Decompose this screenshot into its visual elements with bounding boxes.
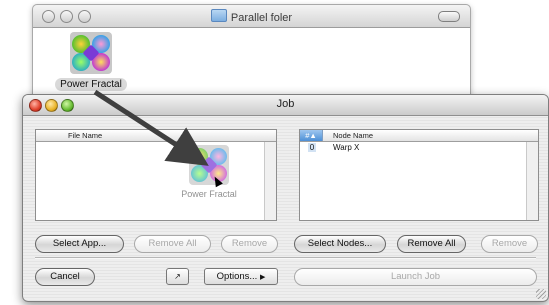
remove-all-nodes-button[interactable]: Remove All — [397, 235, 466, 253]
node-list[interactable]: #▲ Node Name 0 Warp X — [299, 129, 539, 221]
power-fractal-icon — [70, 32, 112, 74]
node-name-column-header[interactable]: Node Name — [333, 131, 373, 140]
row-node-name: Warp X — [333, 143, 360, 152]
divider — [35, 257, 536, 259]
launch-job-button[interactable]: Launch Job — [294, 268, 537, 286]
row-index: 0 — [308, 143, 316, 152]
window-title: Job — [276, 98, 295, 110]
folder-icon — [210, 9, 227, 22]
options-button[interactable]: Options... ▶ — [204, 268, 278, 285]
vertical-scrollbar[interactable] — [526, 142, 538, 220]
power-fractal-icon — [189, 145, 229, 185]
drag-ghost: Power Fractal — [169, 145, 249, 199]
triangle-right-icon: ▶ — [259, 274, 266, 281]
parallel-folder-titlebar[interactable]: Parallel foler — [33, 5, 470, 28]
remove-file-button[interactable]: Remove — [221, 235, 278, 253]
expand-arrow-icon: ↗ — [174, 272, 181, 281]
number-column-header[interactable]: #▲ — [300, 130, 323, 141]
cancel-button[interactable]: Cancel — [35, 268, 95, 286]
window-title: Parallel foler — [33, 9, 470, 24]
node-list-header: #▲ Node Name — [300, 130, 538, 142]
parallel-folder-window: Parallel foler Power Fractal — [32, 4, 471, 108]
job-window: Job File Name #▲ Node Name 0 Warp X Powe… — [22, 94, 549, 302]
remove-node-button[interactable]: Remove — [481, 235, 538, 253]
table-row[interactable]: 0 Warp X — [300, 142, 526, 154]
power-fractal-file[interactable]: Power Fractal — [47, 32, 135, 92]
remove-all-files-button[interactable]: Remove All — [134, 235, 211, 253]
file-label: Power Fractal — [55, 78, 127, 91]
select-app-button[interactable]: Select App... — [35, 235, 124, 253]
action-menu-button[interactable]: ↗ — [166, 268, 189, 285]
drag-ghost-label: Power Fractal — [181, 189, 237, 199]
toolbar-toggle-button[interactable] — [438, 11, 460, 22]
vertical-scrollbar[interactable] — [264, 142, 276, 220]
select-nodes-button[interactable]: Select Nodes... — [294, 235, 386, 253]
resize-grip[interactable] — [536, 289, 546, 299]
file-name-column-header[interactable]: File Name — [36, 130, 276, 142]
job-titlebar[interactable]: Job — [23, 95, 548, 116]
